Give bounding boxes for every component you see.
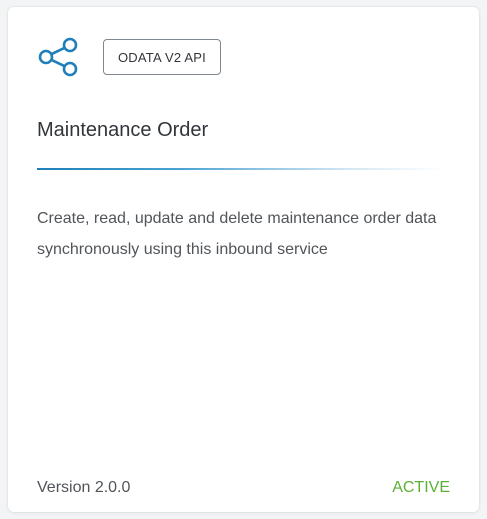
api-type-badge: ODATA V2 API [103, 39, 221, 75]
share-network-icon [37, 36, 79, 78]
api-card[interactable]: ODATA V2 API Maintenance Order Create, r… [8, 7, 479, 512]
version-label: Version 2.0.0 [37, 479, 131, 496]
card-footer: Version 2.0.0 ACTIVE [37, 479, 450, 497]
card-header: ODATA V2 API [37, 36, 221, 78]
title-divider [37, 168, 445, 170]
card-description: Create, read, update and delete maintena… [37, 210, 437, 259]
card-title: Maintenance Order [37, 119, 209, 141]
status-badge: ACTIVE [392, 479, 450, 496]
